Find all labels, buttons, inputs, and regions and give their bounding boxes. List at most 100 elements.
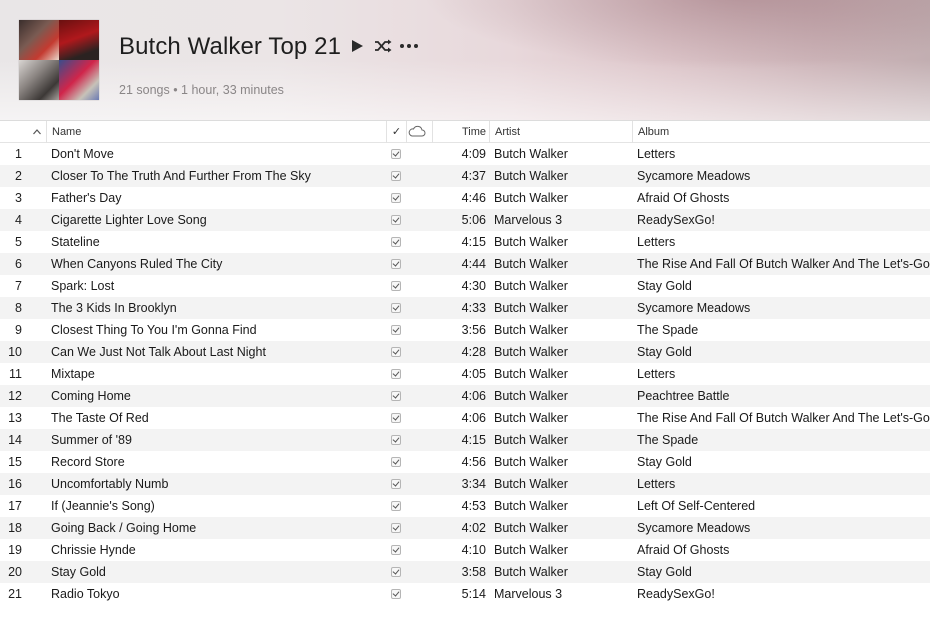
- track-artist: Butch Walker: [494, 389, 568, 403]
- track-name: The 3 Kids In Brooklyn: [51, 301, 177, 315]
- track-number: 5: [15, 235, 22, 249]
- track-checkbox[interactable]: [390, 495, 402, 517]
- checkmark-icon: [391, 589, 401, 599]
- track-checkbox[interactable]: [390, 187, 402, 209]
- track-checkbox[interactable]: [390, 253, 402, 275]
- track-artist: Butch Walker: [494, 301, 568, 315]
- track-artist: Butch Walker: [494, 257, 568, 271]
- track-artist: Butch Walker: [494, 455, 568, 469]
- column-header-check[interactable]: ✓: [386, 121, 406, 143]
- track-time: 3:58: [461, 565, 486, 579]
- track-name: If (Jeannie's Song): [51, 499, 155, 513]
- track-artist: Marvelous 3: [494, 213, 563, 227]
- table-row[interactable]: 6 When Canyons Ruled The City 4:44 Butch Wa…: [0, 253, 930, 275]
- track-name: Closest Thing To You I'm Gonna Find: [51, 323, 257, 337]
- track-number: 10: [8, 345, 22, 359]
- track-time: 4:05: [461, 367, 486, 381]
- checkmark-icon: [391, 501, 401, 511]
- table-row[interactable]: 3 Father's Day 4:46 Butch Walker Afraid Of G…: [0, 187, 930, 209]
- table-row[interactable]: 19 Chrissie Hynde 4:10 Butch Walker Afraid O…: [0, 539, 930, 561]
- track-name: Stay Gold: [51, 565, 106, 579]
- table-row[interactable]: 7 Spark: Lost 4:30 Butch Walker Stay Gold: [0, 275, 930, 297]
- table-row[interactable]: 12 Coming Home 4:06 Butch Walker Peachtree B…: [0, 385, 930, 407]
- track-album: Peachtree Battle: [637, 389, 730, 403]
- track-artist: Butch Walker: [494, 477, 568, 491]
- checkmark-icon: [391, 457, 401, 467]
- track-artist: Butch Walker: [494, 411, 568, 425]
- table-row[interactable]: 18 Going Back / Going Home 4:02 Butch Walke…: [0, 517, 930, 539]
- table-row[interactable]: 11 Mixtape 4:05 Butch Walker Letters: [0, 363, 930, 385]
- track-checkbox[interactable]: [390, 539, 402, 561]
- track-time: 5:14: [461, 587, 486, 601]
- track-checkbox[interactable]: [390, 209, 402, 231]
- column-header-name[interactable]: Name: [46, 121, 386, 143]
- table-row[interactable]: 2 Closer To The Truth And Further From Th…: [0, 165, 930, 187]
- checkmark-icon: [391, 391, 401, 401]
- track-checkbox[interactable]: [390, 275, 402, 297]
- sort-indicator[interactable]: [32, 121, 46, 143]
- track-album: Afraid Of Ghosts: [637, 191, 730, 205]
- table-row[interactable]: 13 The Taste Of Red 4:06 Butch Walker The Ri…: [0, 407, 930, 429]
- track-artist: Butch Walker: [494, 367, 568, 381]
- track-checkbox[interactable]: [390, 143, 402, 165]
- track-time: 4:06: [461, 411, 486, 425]
- track-checkbox[interactable]: [390, 561, 402, 583]
- playlist-title: Butch Walker Top 21: [119, 33, 342, 60]
- table-row[interactable]: 20 Stay Gold 3:58 Butch Walker Stay Gold: [0, 561, 930, 583]
- track-name: Don't Move: [51, 147, 114, 161]
- track-artist: Butch Walker: [494, 499, 568, 513]
- table-header: Name ✓ Time Artist Album: [0, 120, 930, 143]
- table-row[interactable]: 14 Summer of '89 4:15 Butch Walker The Spade: [0, 429, 930, 451]
- table-row[interactable]: 9 Closest Thing To You I'm Gonna Find 3:56…: [0, 319, 930, 341]
- album-art-tile: [59, 20, 99, 60]
- table-row[interactable]: 21 Radio Tokyo 5:14 Marvelous 3 ReadySexGo!: [0, 583, 930, 605]
- table-row[interactable]: 5 Stateline 4:15 Butch Walker Letters: [0, 231, 930, 253]
- table-row[interactable]: 17 If (Jeannie's Song) 4:53 Butch Walker Lef…: [0, 495, 930, 517]
- track-checkbox[interactable]: [390, 341, 402, 363]
- track-checkbox[interactable]: [390, 297, 402, 319]
- track-album: Sycamore Meadows: [637, 169, 751, 183]
- track-checkbox[interactable]: [390, 407, 402, 429]
- track-checkbox[interactable]: [390, 319, 402, 341]
- track-checkbox[interactable]: [390, 385, 402, 407]
- track-time: 4:15: [461, 235, 486, 249]
- track-name: Radio Tokyo: [51, 587, 120, 601]
- playlist-artwork[interactable]: [19, 20, 99, 100]
- shuffle-button[interactable]: [372, 35, 394, 57]
- column-header-album[interactable]: Album: [632, 121, 930, 143]
- track-name: Summer of '89: [51, 433, 132, 447]
- track-checkbox[interactable]: [390, 429, 402, 451]
- track-album: Sycamore Meadows: [637, 521, 751, 535]
- table-row[interactable]: 10 Can We Just Not Talk About Last Night 4…: [0, 341, 930, 363]
- track-name: Mixtape: [51, 367, 95, 381]
- column-header-cloud[interactable]: [406, 121, 432, 143]
- table-row[interactable]: 4 Cigarette Lighter Love Song 5:06 Marvelou…: [0, 209, 930, 231]
- checkmark-icon: [391, 149, 401, 159]
- play-button[interactable]: [346, 35, 368, 57]
- track-artist: Butch Walker: [494, 191, 568, 205]
- track-checkbox[interactable]: [390, 165, 402, 187]
- table-row[interactable]: 8 The 3 Kids In Brooklyn 4:33 Butch Walker S…: [0, 297, 930, 319]
- checkmark-icon: [391, 545, 401, 555]
- track-checkbox[interactable]: [390, 473, 402, 495]
- track-album: Afraid Of Ghosts: [637, 543, 730, 557]
- album-art-tile: [19, 20, 59, 60]
- track-number: 13: [8, 411, 22, 425]
- track-time: 4:09: [461, 147, 486, 161]
- track-artist: Butch Walker: [494, 345, 568, 359]
- table-row[interactable]: 1 Don't Move 4:09 Butch Walker Letters: [0, 143, 930, 165]
- checkmark-icon: [391, 193, 401, 203]
- track-number: 14: [8, 433, 22, 447]
- track-checkbox[interactable]: [390, 231, 402, 253]
- track-number: 12: [8, 389, 22, 403]
- track-checkbox[interactable]: [390, 363, 402, 385]
- table-row[interactable]: 15 Record Store 4:56 Butch Walker Stay Gold: [0, 451, 930, 473]
- track-time: 4:30: [461, 279, 486, 293]
- track-checkbox[interactable]: [390, 583, 402, 605]
- column-header-artist[interactable]: Artist: [489, 121, 632, 143]
- track-checkbox[interactable]: [390, 451, 402, 473]
- column-header-time[interactable]: Time: [432, 121, 488, 143]
- table-row[interactable]: 16 Uncomfortably Numb 3:34 Butch Walker Lett…: [0, 473, 930, 495]
- more-button[interactable]: [398, 35, 420, 57]
- track-checkbox[interactable]: [390, 517, 402, 539]
